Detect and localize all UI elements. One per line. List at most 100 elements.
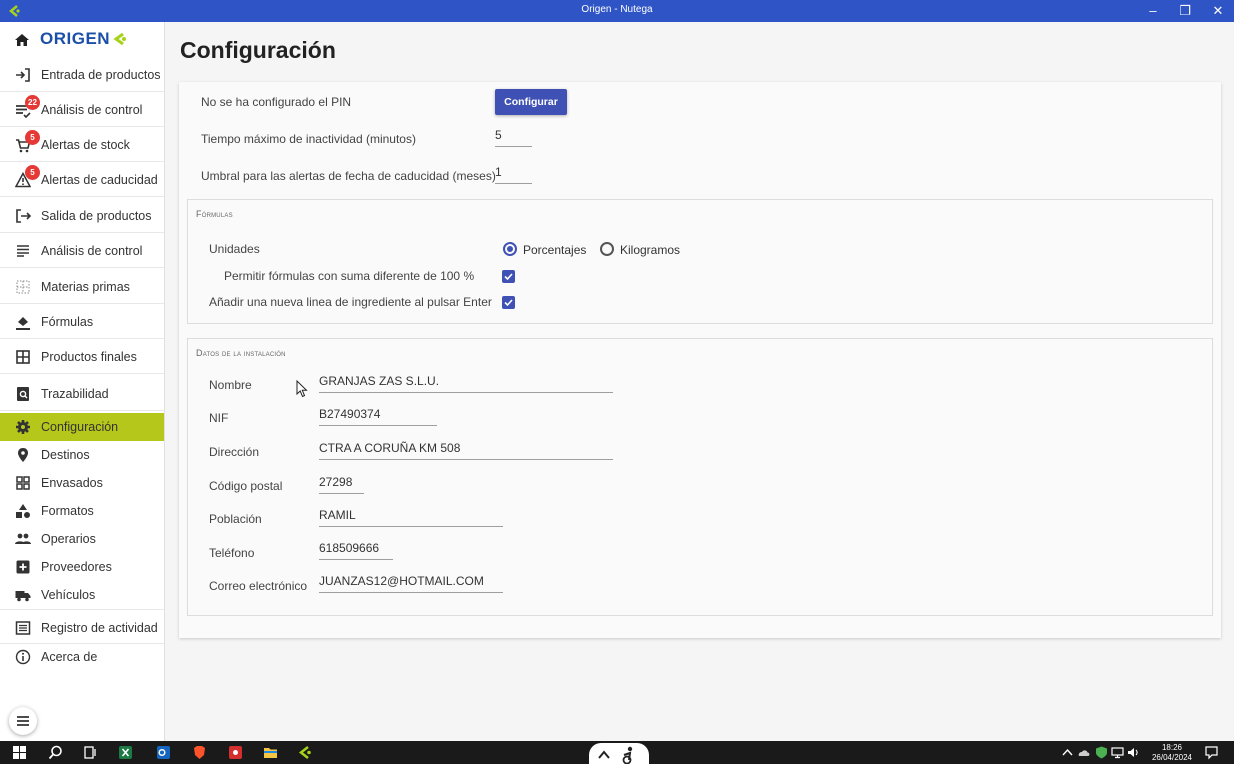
sidebar-item-destinos[interactable]: Destinos xyxy=(0,441,164,469)
menu-toggle-button[interactable] xyxy=(9,707,37,735)
window-title: Origen - Nutega xyxy=(581,4,653,15)
allow-sum-label: Permitir fórmulas con suma diferente de … xyxy=(224,269,475,283)
installation-legend: Datos de la instalación xyxy=(196,348,286,358)
sidebar-item-label: Materias primas xyxy=(41,280,130,294)
sidebar-item-formatos[interactable]: Formatos xyxy=(0,497,164,525)
restore-icon[interactable]: ❐ xyxy=(1173,2,1197,20)
outlook-icon[interactable] xyxy=(156,745,171,760)
os-taskbar: 18:26 26/04/2024 xyxy=(0,741,1234,764)
table-grid-icon xyxy=(16,350,30,364)
clock[interactable]: 18:26 26/04/2024 xyxy=(1152,743,1192,763)
sidebar-item-envasados[interactable]: Envasados xyxy=(0,469,164,497)
list-check-icon xyxy=(17,245,29,257)
gear-icon xyxy=(16,420,30,434)
search-icon[interactable] xyxy=(48,745,63,760)
clock-date: 26/04/2024 xyxy=(1151,753,1192,762)
sidebar-item-label: Acerca de xyxy=(41,650,98,664)
apps-grid-icon xyxy=(16,476,30,490)
enter-new-line-checkbox[interactable] xyxy=(502,296,515,309)
address-input[interactable] xyxy=(319,440,613,460)
sidebar-item-vehiculos[interactable]: Vehículos xyxy=(0,581,164,609)
sidebar-item-label: Entrada de productos xyxy=(41,68,161,82)
formulas-legend: Fórmulas xyxy=(196,209,233,219)
name-input[interactable] xyxy=(319,373,613,393)
units-percent-radio[interactable] xyxy=(503,242,517,256)
sidebar-item-label: Trazabilidad xyxy=(41,387,109,401)
sidebar-item-proveedores[interactable]: Proveedores xyxy=(0,553,164,581)
units-kg-label[interactable]: Kilogramos xyxy=(620,243,680,257)
sidebar-item-acerca-de[interactable]: Acerca de xyxy=(0,643,164,671)
nif-input[interactable] xyxy=(319,406,437,426)
map-pin-icon xyxy=(18,448,28,462)
alert-count-badge: 5 xyxy=(25,165,40,180)
sidebar-item-salida-productos[interactable]: Salida de productos xyxy=(0,198,164,233)
file-explorer-icon[interactable] xyxy=(263,745,278,760)
app-red-icon[interactable] xyxy=(228,745,243,760)
sidebar-item-label: Proveedores xyxy=(41,560,112,574)
taskbar-overlay-tab[interactable] xyxy=(589,743,649,764)
sidebar-item-entrada-productos[interactable]: Entrada de productos xyxy=(0,57,164,92)
email-input[interactable] xyxy=(319,573,503,593)
logout-icon xyxy=(16,209,31,223)
task-view-icon[interactable] xyxy=(83,745,98,760)
postal-code-input[interactable] xyxy=(319,474,364,494)
sidebar-item-label: Destinos xyxy=(41,448,90,462)
email-label: Correo electrónico xyxy=(209,579,308,593)
units-percent-label[interactable]: Porcentajes xyxy=(523,243,586,257)
town-label: Población xyxy=(209,512,262,526)
sidebar-item-trazabilidad[interactable]: Trazabilidad xyxy=(0,376,164,411)
grid-dotted-icon xyxy=(16,280,30,294)
expiry-threshold-input[interactable] xyxy=(495,164,532,184)
sidebar-item-label: Operarios xyxy=(41,532,96,546)
brave-browser-icon[interactable] xyxy=(192,745,207,760)
notifications-icon[interactable] xyxy=(1204,745,1219,760)
sidebar-item-analisis-control-salida[interactable]: Análisis de control xyxy=(0,233,164,268)
windows-start-icon[interactable] xyxy=(12,745,27,760)
sidebar-item-alertas-caducidad[interactable]: 5 Alertas de caducidad xyxy=(0,162,164,197)
page-title: Configuración xyxy=(180,37,336,63)
nif-label: NIF xyxy=(209,411,229,425)
units-kg-radio[interactable] xyxy=(600,242,614,256)
excel-icon[interactable] xyxy=(118,745,133,760)
sidebar-item-alertas-stock[interactable]: 5 Alertas de stock xyxy=(0,127,164,162)
origen-app-icon[interactable] xyxy=(298,745,313,760)
sidebar-item-label: Configuración xyxy=(41,420,119,434)
configure-pin-button[interactable]: Configurar xyxy=(495,89,567,115)
sidebar-item-analisis-control-entrada[interactable]: 22 Análisis de control xyxy=(0,92,164,127)
sidebar-item-productos-finales[interactable]: Productos finales xyxy=(0,339,164,374)
sidebar-item-operarios[interactable]: Operarios xyxy=(0,525,164,553)
sidebar-item-configuracion[interactable]: Configuración xyxy=(0,413,164,441)
brand-logo-icon xyxy=(113,32,126,46)
close-icon[interactable]: ✕ xyxy=(1206,2,1230,20)
sidebar-item-label: Análisis de control xyxy=(41,244,143,258)
units-label: Unidades xyxy=(209,242,260,256)
sidebar-item-registro-actividad[interactable]: Registro de actividad xyxy=(0,609,164,644)
sidebar-item-label: Fórmulas xyxy=(41,315,94,329)
allow-sum-checkbox[interactable] xyxy=(502,270,515,283)
volume-icon[interactable] xyxy=(1126,745,1141,760)
sidebar-brand[interactable]: ORIGEN xyxy=(0,22,165,57)
check-icon xyxy=(504,299,513,307)
cloud-icon[interactable] xyxy=(1076,745,1091,760)
sidebar-item-label: Registro de actividad xyxy=(41,621,158,635)
people-icon xyxy=(15,533,31,544)
phone-input[interactable] xyxy=(319,540,393,560)
town-input[interactable] xyxy=(319,507,503,527)
login-icon xyxy=(16,68,30,82)
minimize-icon[interactable]: – xyxy=(1141,2,1165,20)
chevron-up-tray-icon[interactable] xyxy=(1060,745,1075,760)
network-icon[interactable] xyxy=(1110,745,1125,760)
sidebar-item-label: Alertas de stock xyxy=(41,138,130,152)
home-icon[interactable] xyxy=(14,32,30,48)
sidebar-item-label: Productos finales xyxy=(41,350,137,364)
sidebar-item-materias-primas[interactable]: Materias primas xyxy=(0,269,164,304)
sidebar-item-formulas[interactable]: Fórmulas xyxy=(0,304,164,339)
security-shield-icon[interactable] xyxy=(1094,745,1109,760)
sidebar-item-label: Análisis de control xyxy=(41,103,143,117)
add-box-icon xyxy=(16,560,30,574)
inactivity-input[interactable] xyxy=(495,127,532,147)
window-titlebar: Origen - Nutega – ❐ ✕ xyxy=(0,0,1234,22)
expiry-threshold-label: Umbral para las alertas de fecha de cadu… xyxy=(201,169,496,183)
sidebar-item-label: Alertas de caducidad xyxy=(41,173,158,187)
accessibility-icon xyxy=(622,746,633,764)
